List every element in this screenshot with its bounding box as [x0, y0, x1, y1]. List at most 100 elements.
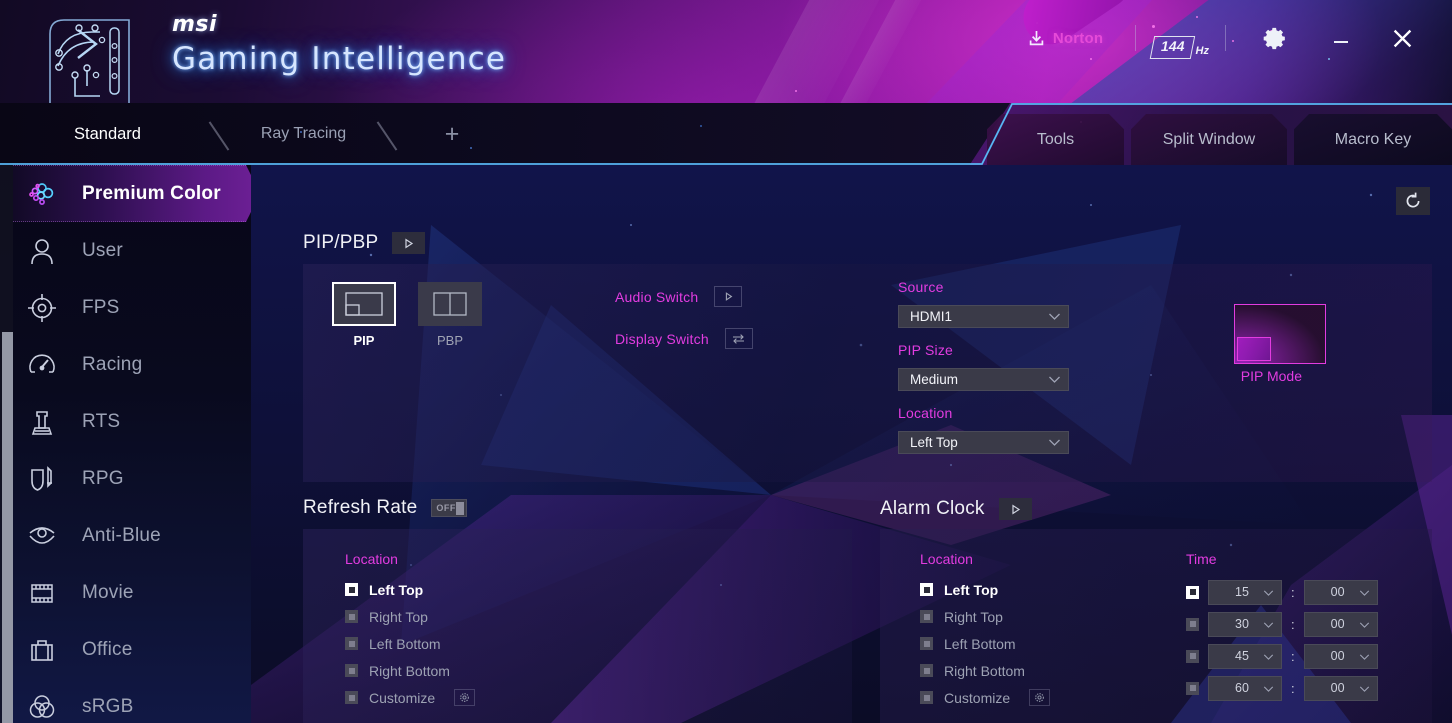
sidebar-item-srgb[interactable]: sRGB [0, 678, 251, 723]
sidebar-item-rpg[interactable]: RPG [0, 450, 251, 507]
display-switch-button[interactable] [725, 328, 753, 349]
sidebar-item-label: RPG [82, 468, 124, 490]
alarm-minutes-value: 60 [1235, 681, 1249, 695]
refresh-rate-unit: Hz [1196, 45, 1209, 58]
alarm-seconds-dropdown[interactable]: 00 [1304, 644, 1378, 669]
sidebar-item-rts[interactable]: RTS [0, 393, 251, 450]
section-title: PIP/PBP [303, 232, 378, 254]
display-switch-label: Display Switch [615, 331, 709, 347]
refresh-rate-toggle-state: OFF [434, 503, 456, 513]
chevron-down-icon [1359, 621, 1370, 629]
radio-indicator[interactable] [1186, 682, 1199, 695]
chess-rook-icon [16, 406, 68, 438]
sidebar-item-fps[interactable]: FPS [0, 279, 251, 336]
audio-switch-button[interactable] [714, 286, 742, 307]
radio-indicator[interactable] [1186, 618, 1199, 631]
alarm-minutes-dropdown[interactable]: 60 [1208, 676, 1282, 701]
customize-config-button[interactable] [454, 689, 475, 706]
sidebar-scrollbar-thumb[interactable] [2, 332, 13, 723]
location-dropdown[interactable]: Left Top [898, 431, 1069, 454]
radio-label: Customize [369, 690, 435, 706]
pip-pbp-toggle-button[interactable] [392, 232, 425, 254]
radio-indicator [920, 637, 933, 650]
radio-label: Left Top [944, 582, 998, 598]
alarm-time-column: Time 15 : 00 [1186, 551, 1378, 704]
alarm-minutes-dropdown[interactable]: 30 [1208, 612, 1282, 637]
radio-indicator [345, 664, 358, 677]
customize-config-button[interactable] [1029, 689, 1050, 706]
radio-customize[interactable]: Customize [345, 684, 475, 711]
alarm-seconds-dropdown[interactable]: 00 [1304, 580, 1378, 605]
radio-label: Right Bottom [369, 663, 450, 679]
pip-mode-option[interactable]: PIP [332, 282, 396, 348]
download-icon [1027, 29, 1046, 48]
pip-size-dropdown[interactable]: Medium [898, 368, 1069, 391]
radio-left-top[interactable]: Left Top [920, 576, 1050, 603]
radio-indicator[interactable] [1186, 650, 1199, 663]
alarm-clock-toggle-button[interactable] [999, 498, 1032, 520]
venn-circles-icon [16, 691, 68, 723]
pip-layout-tile[interactable] [332, 282, 396, 326]
radio-label: Left Bottom [369, 636, 441, 652]
refresh-rate-toggle[interactable]: OFF [431, 499, 467, 517]
alarm-seconds-value: 00 [1331, 585, 1345, 599]
alarm-clock-panel: Location Left Top Right Top Left Bottom … [880, 529, 1432, 723]
sidebar-item-anti-blue[interactable]: Anti-Blue [0, 507, 251, 564]
chevron-down-icon [1359, 589, 1370, 597]
alarm-minutes-dropdown[interactable]: 15 [1208, 580, 1282, 605]
alarm-minutes-value: 45 [1235, 649, 1249, 663]
location-field: Location Left Top [898, 405, 1069, 454]
alarm-time-row: 15 : 00 [1186, 576, 1378, 608]
pip-mode-preview [1234, 304, 1326, 364]
sidebar-item-office[interactable]: Office [0, 621, 251, 678]
radio-left-top[interactable]: Left Top [345, 576, 475, 603]
radio-indicator [920, 583, 933, 596]
reset-button[interactable] [1396, 187, 1430, 215]
title-bar: msi Gaming Intelligence Norton 144 Hz [0, 0, 1452, 103]
time-colon: : [1291, 617, 1295, 632]
chevron-down-icon [1048, 312, 1061, 321]
reset-icon [1403, 191, 1423, 211]
norton-download-button[interactable]: Norton [1027, 18, 1119, 58]
sidebar-scrollbar-track[interactable] [0, 165, 13, 723]
sidebar-item-label: RTS [82, 411, 120, 433]
sidebar-item-movie[interactable]: Movie [0, 564, 251, 621]
close-button[interactable] [1373, 18, 1430, 58]
sidebar-item-racing[interactable]: Racing [0, 336, 251, 393]
radio-right-top[interactable]: Right Top [345, 603, 475, 630]
sidebar-item-label: Anti-Blue [82, 525, 161, 547]
radio-left-bottom[interactable]: Left Bottom [345, 630, 475, 657]
alarm-seconds-dropdown[interactable]: 00 [1304, 612, 1378, 637]
minimize-button[interactable] [1309, 18, 1373, 58]
alarm-time-row: 45 : 00 [1186, 640, 1378, 672]
radio-indicator[interactable] [1186, 586, 1199, 599]
main-content: PIP/PBP PIP [251, 165, 1452, 723]
radio-right-bottom[interactable]: Right Bottom [920, 657, 1050, 684]
sidebar-item-user[interactable]: User [0, 222, 251, 279]
sidebar-item-label: Premium Color [82, 183, 221, 205]
column-header: Time [1186, 551, 1378, 567]
column-header: Location [345, 551, 475, 567]
radio-left-bottom[interactable]: Left Bottom [920, 630, 1050, 657]
source-dropdown[interactable]: HDMI1 [898, 305, 1069, 328]
alarm-minutes-dropdown[interactable]: 45 [1208, 644, 1282, 669]
premium-color-icon [16, 177, 68, 211]
radio-right-bottom[interactable]: Right Bottom [345, 657, 475, 684]
refresh-rate-badge[interactable]: 144 Hz [1152, 18, 1209, 58]
refresh-rate-panel: Location Left Top Right Top Left Bottom … [303, 529, 852, 723]
radio-right-top[interactable]: Right Top [920, 603, 1050, 630]
alarm-seconds-dropdown[interactable]: 00 [1304, 676, 1378, 701]
radio-customize[interactable]: Customize [920, 684, 1050, 711]
radio-indicator [345, 583, 358, 596]
sidebar-item-premium-color[interactable]: Premium Color [0, 165, 251, 222]
user-icon [16, 235, 68, 267]
norton-label: Norton [1053, 30, 1103, 47]
pbp-mode-option[interactable]: PBP [418, 282, 482, 348]
pbp-layout-tile[interactable] [418, 282, 482, 326]
settings-button[interactable] [1242, 18, 1309, 58]
msi-gaming-intelligence-window: msi Gaming Intelligence Norton 144 Hz [0, 0, 1452, 723]
tabbar-accent-line [0, 103, 1452, 165]
alarm-seconds-value: 00 [1331, 649, 1345, 663]
eye-icon [16, 520, 68, 552]
radio-label: Left Top [369, 582, 423, 598]
